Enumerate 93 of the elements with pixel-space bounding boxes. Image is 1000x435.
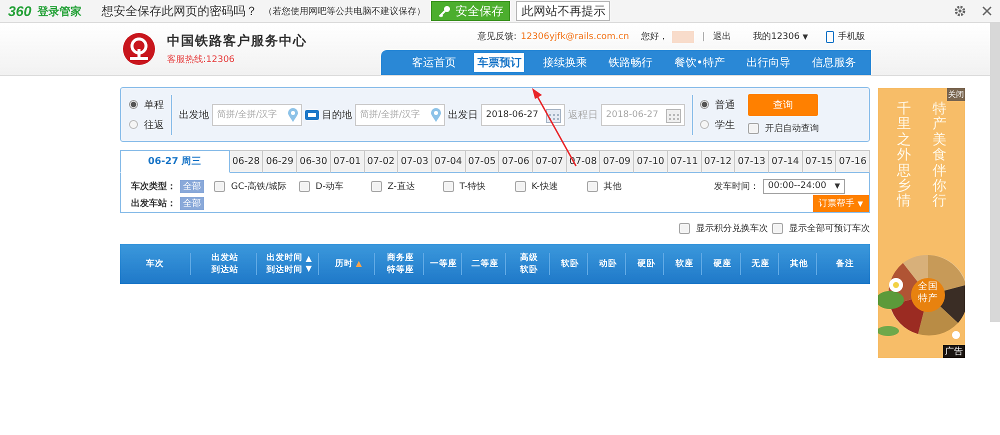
depart-date-label: 出发日 xyxy=(448,108,478,122)
column-header[interactable]: 硬座 xyxy=(714,258,732,270)
passenger-type-radio[interactable]: 学生 xyxy=(700,118,735,132)
nav-tab[interactable]: 餐饮•特产 xyxy=(671,53,728,72)
key-icon xyxy=(438,4,452,18)
depart-time-label: 发车时间： xyxy=(714,180,759,192)
mobile-link[interactable]: 手机版 xyxy=(838,30,865,43)
date-tab[interactable]: 07-07 xyxy=(533,150,567,173)
logout-link[interactable]: 退出 xyxy=(713,30,732,43)
option-checkbox[interactable]: 显示积分兑换车次 xyxy=(679,222,768,235)
location-pin-icon xyxy=(431,108,441,122)
ad-close-button[interactable]: 关闭 xyxy=(947,88,965,101)
trip-type-radio[interactable]: 往返 xyxy=(129,118,164,132)
nav-tab[interactable]: 信息服务 xyxy=(809,53,860,72)
prompt-note: （若您使用网吧等公共电脑不建议保存） xyxy=(263,6,426,18)
depart-station-label: 出发车站： xyxy=(131,197,176,210)
train-type-checkbox[interactable]: D-动车 xyxy=(298,180,359,192)
train-type-checkbox[interactable]: K-快速 xyxy=(514,180,575,192)
nav-tab[interactable]: 出行向导 xyxy=(744,53,794,72)
calendar-icon xyxy=(546,108,561,122)
date-tab[interactable]: 07-09 xyxy=(600,150,634,173)
username-blur xyxy=(672,30,694,42)
date-tab[interactable]: 07-15 xyxy=(802,150,836,173)
date-tab[interactable]: 06-27 周三 xyxy=(120,150,230,173)
date-tab[interactable]: 07-13 xyxy=(735,150,769,173)
separator: | xyxy=(702,32,706,42)
ad-slogan: 特产美食伴你行 xyxy=(932,102,946,212)
date-tab[interactable]: 07-04 xyxy=(432,150,466,173)
calendar-icon xyxy=(666,108,681,122)
column-header[interactable]: 一等座 xyxy=(430,258,458,270)
ad-label: 广告 xyxy=(943,345,965,358)
column-header[interactable]: 硬卧 xyxy=(637,258,656,270)
column-header[interactable]: 动卧 xyxy=(599,258,618,270)
date-tab[interactable]: 06-30 xyxy=(297,150,331,173)
train-type-checkbox[interactable]: Z-直达 xyxy=(370,180,431,192)
train-type-checkbox[interactable]: T-特快 xyxy=(442,180,503,192)
feedback-label: 意见反馈: xyxy=(478,30,517,43)
nav-tab[interactable]: 客运首页 xyxy=(408,53,459,72)
column-header[interactable]: 二等座 xyxy=(471,258,498,270)
column-header[interactable]: 出发时间 到达时间 xyxy=(266,252,303,276)
option-checkbox[interactable]: 显示全部可预订车次 xyxy=(772,222,870,235)
auto-query-checkbox[interactable]: 开启自动查询 xyxy=(748,122,819,135)
date-tab[interactable]: 07-03 xyxy=(398,150,432,173)
to-field[interactable]: 简拼/全拼/汉字 xyxy=(355,104,445,126)
date-tab[interactable]: 07-16 xyxy=(836,150,870,173)
train-type-checkbox[interactable]: 其他 xyxy=(586,180,647,192)
brand-name: 登录管家 xyxy=(37,4,82,18)
date-tab[interactable]: 07-11 xyxy=(668,150,702,173)
railway-logo-icon xyxy=(121,31,157,67)
passenger-type-radio[interactable]: 普通 xyxy=(700,98,735,112)
column-header[interactable]: 软座 xyxy=(675,258,694,270)
brand-logo: 360 xyxy=(8,3,32,19)
site-title: 中国铁路客户服务中心 xyxy=(167,32,307,50)
nav-tab[interactable]: 铁路畅行 xyxy=(606,53,656,72)
train-type-checkbox[interactable]: GC-高铁/城际 xyxy=(214,180,287,192)
hotline-text: 客服热线:12306 xyxy=(167,54,236,66)
column-header[interactable]: 其他 xyxy=(790,258,808,270)
return-date-label: 返程日 xyxy=(568,108,598,122)
to-label: 目的地 xyxy=(322,108,352,122)
close-icon[interactable] xyxy=(982,6,992,16)
nav-tab[interactable]: 车票预订 xyxy=(474,53,524,72)
scrollbar[interactable] xyxy=(990,22,1000,322)
date-tab[interactable]: 07-01 xyxy=(330,150,365,173)
location-pin-icon xyxy=(288,108,298,122)
column-header[interactable]: 备注 xyxy=(836,258,854,270)
column-header[interactable]: 出发站 到达站 xyxy=(212,252,239,276)
date-tab[interactable]: 07-05 xyxy=(466,150,500,173)
settings-icon[interactable] xyxy=(954,5,966,17)
dismiss-button[interactable]: 此网站不再提示 xyxy=(516,1,610,21)
phone-icon xyxy=(826,30,834,42)
from-label: 出发地 xyxy=(179,108,209,122)
train-type-label: 车次类型： xyxy=(131,180,176,192)
date-tab[interactable]: 07-12 xyxy=(702,150,736,173)
column-header[interactable]: 高级 软卧 xyxy=(520,252,538,276)
from-field[interactable]: 简拼/全拼/汉字 xyxy=(212,104,302,126)
column-header[interactable]: 历时 xyxy=(334,258,353,270)
column-header[interactable]: 无座 xyxy=(752,258,770,270)
prompt-text: 想安全保存此网页的密码吗？ xyxy=(101,2,258,20)
sort-arrow[interactable]: ▲ ▼ xyxy=(306,254,312,274)
greeting-text: 您好， xyxy=(641,30,668,43)
date-tab[interactable]: 06-29 xyxy=(263,150,298,173)
date-tab[interactable]: 07-14 xyxy=(768,150,803,173)
nav-tab[interactable]: 接续换乘 xyxy=(540,53,590,72)
ad-badge-text: 全国 特产 xyxy=(917,281,939,305)
column-header[interactable]: 商务座 特等座 xyxy=(387,252,414,276)
date-tab[interactable]: 07-10 xyxy=(634,150,668,173)
date-tab[interactable]: 07-02 xyxy=(364,150,398,173)
ad-slogan: 千里之外思乡情 xyxy=(896,102,911,212)
trip-type-radio[interactable]: 单程 xyxy=(129,98,164,112)
column-header[interactable]: 车次 xyxy=(146,258,164,270)
column-header[interactable]: 软卧 xyxy=(561,258,579,270)
date-tab[interactable]: 06-28 xyxy=(230,150,264,173)
date-tab[interactable]: 07-06 xyxy=(499,150,534,173)
